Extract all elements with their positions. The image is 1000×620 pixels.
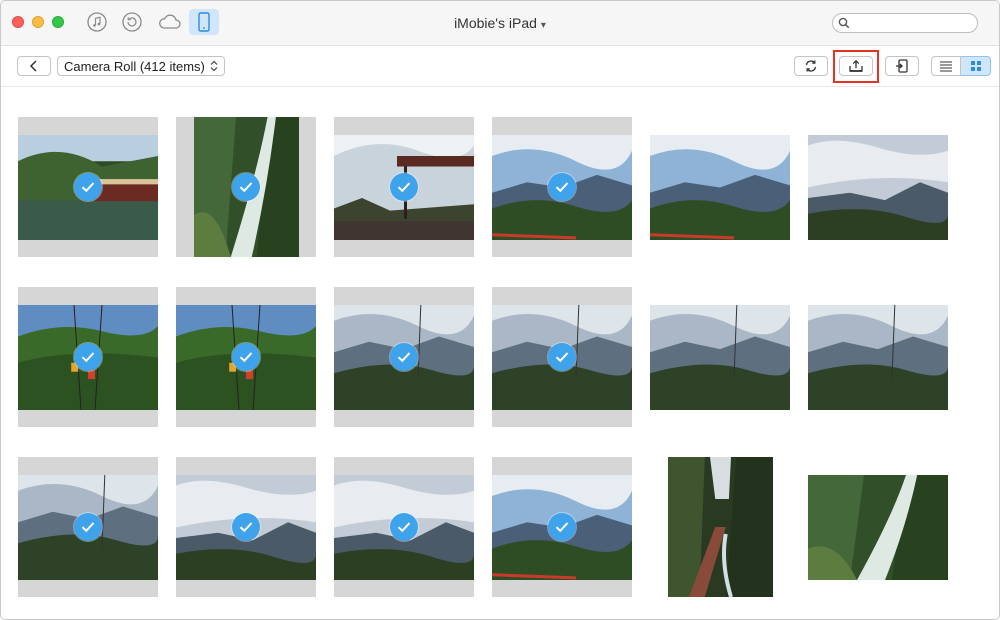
photo-tile[interactable] bbox=[492, 117, 632, 257]
search-field[interactable] bbox=[832, 13, 978, 33]
import-to-device-button[interactable] bbox=[885, 56, 919, 76]
photo-grid bbox=[1, 87, 999, 619]
photo-tile[interactable] bbox=[18, 287, 158, 427]
photo-tile[interactable] bbox=[176, 117, 316, 257]
checkmark-icon bbox=[390, 343, 418, 371]
import-to-device-icon bbox=[896, 59, 908, 73]
title-bar: iMobie's iPad ▾ bbox=[1, 1, 999, 46]
photo-thumbnail bbox=[808, 134, 948, 240]
updown-chevron-icon bbox=[210, 60, 218, 72]
photo-tile[interactable] bbox=[808, 287, 948, 427]
checkmark-icon bbox=[548, 513, 576, 541]
checkmark-icon bbox=[74, 343, 102, 371]
photo-tile[interactable] bbox=[334, 287, 474, 427]
app-window: iMobie's iPad ▾ Camera Roll (412 items) bbox=[0, 0, 1000, 620]
grid-view-icon bbox=[970, 61, 981, 71]
list-view-button[interactable] bbox=[931, 56, 961, 76]
photo-thumbnail bbox=[650, 134, 790, 240]
checkmark-icon bbox=[548, 343, 576, 371]
device-title-text: iMobie's iPad bbox=[454, 15, 537, 31]
checkmark-icon bbox=[548, 173, 576, 201]
photo-tile[interactable] bbox=[334, 117, 474, 257]
photo-tile[interactable] bbox=[334, 457, 474, 597]
refresh-button[interactable] bbox=[794, 56, 828, 76]
photo-tile[interactable] bbox=[18, 457, 158, 597]
list-view-icon bbox=[940, 61, 952, 72]
photo-thumbnail bbox=[650, 304, 790, 410]
toolbar: Camera Roll (412 items) bbox=[1, 46, 999, 87]
checkmark-icon bbox=[74, 173, 102, 201]
photo-tile[interactable] bbox=[176, 457, 316, 597]
photo-tile[interactable] bbox=[650, 287, 790, 427]
photo-thumbnail bbox=[808, 304, 948, 410]
checkmark-icon bbox=[390, 513, 418, 541]
photo-tile[interactable] bbox=[650, 457, 790, 597]
photo-tile[interactable] bbox=[808, 457, 948, 597]
checkmark-icon bbox=[232, 343, 260, 371]
photo-thumbnail bbox=[808, 474, 948, 580]
export-to-computer-button[interactable] bbox=[839, 56, 873, 76]
export-to-computer-icon bbox=[849, 59, 863, 72]
refresh-icon bbox=[805, 60, 817, 72]
checkmark-icon bbox=[232, 173, 260, 201]
checkmark-icon bbox=[390, 173, 418, 201]
search-input[interactable] bbox=[853, 15, 975, 33]
photo-thumbnail bbox=[667, 457, 773, 597]
photo-tile[interactable] bbox=[18, 117, 158, 257]
view-mode-toggle bbox=[931, 56, 991, 76]
album-selector[interactable]: Camera Roll (412 items) bbox=[57, 56, 225, 76]
photo-tile[interactable] bbox=[492, 457, 632, 597]
checkmark-icon bbox=[232, 513, 260, 541]
photo-tile[interactable] bbox=[492, 287, 632, 427]
photo-tile[interactable] bbox=[176, 287, 316, 427]
back-button[interactable] bbox=[17, 56, 51, 76]
search-icon bbox=[838, 17, 850, 29]
chevron-down-icon: ▾ bbox=[540, 20, 546, 31]
checkmark-icon bbox=[74, 513, 102, 541]
grid-view-button[interactable] bbox=[961, 56, 991, 76]
photo-tile[interactable] bbox=[650, 117, 790, 257]
album-selector-label: Camera Roll (412 items) bbox=[64, 58, 205, 74]
chevron-left-icon bbox=[29, 60, 37, 72]
photo-tile[interactable] bbox=[808, 117, 948, 257]
